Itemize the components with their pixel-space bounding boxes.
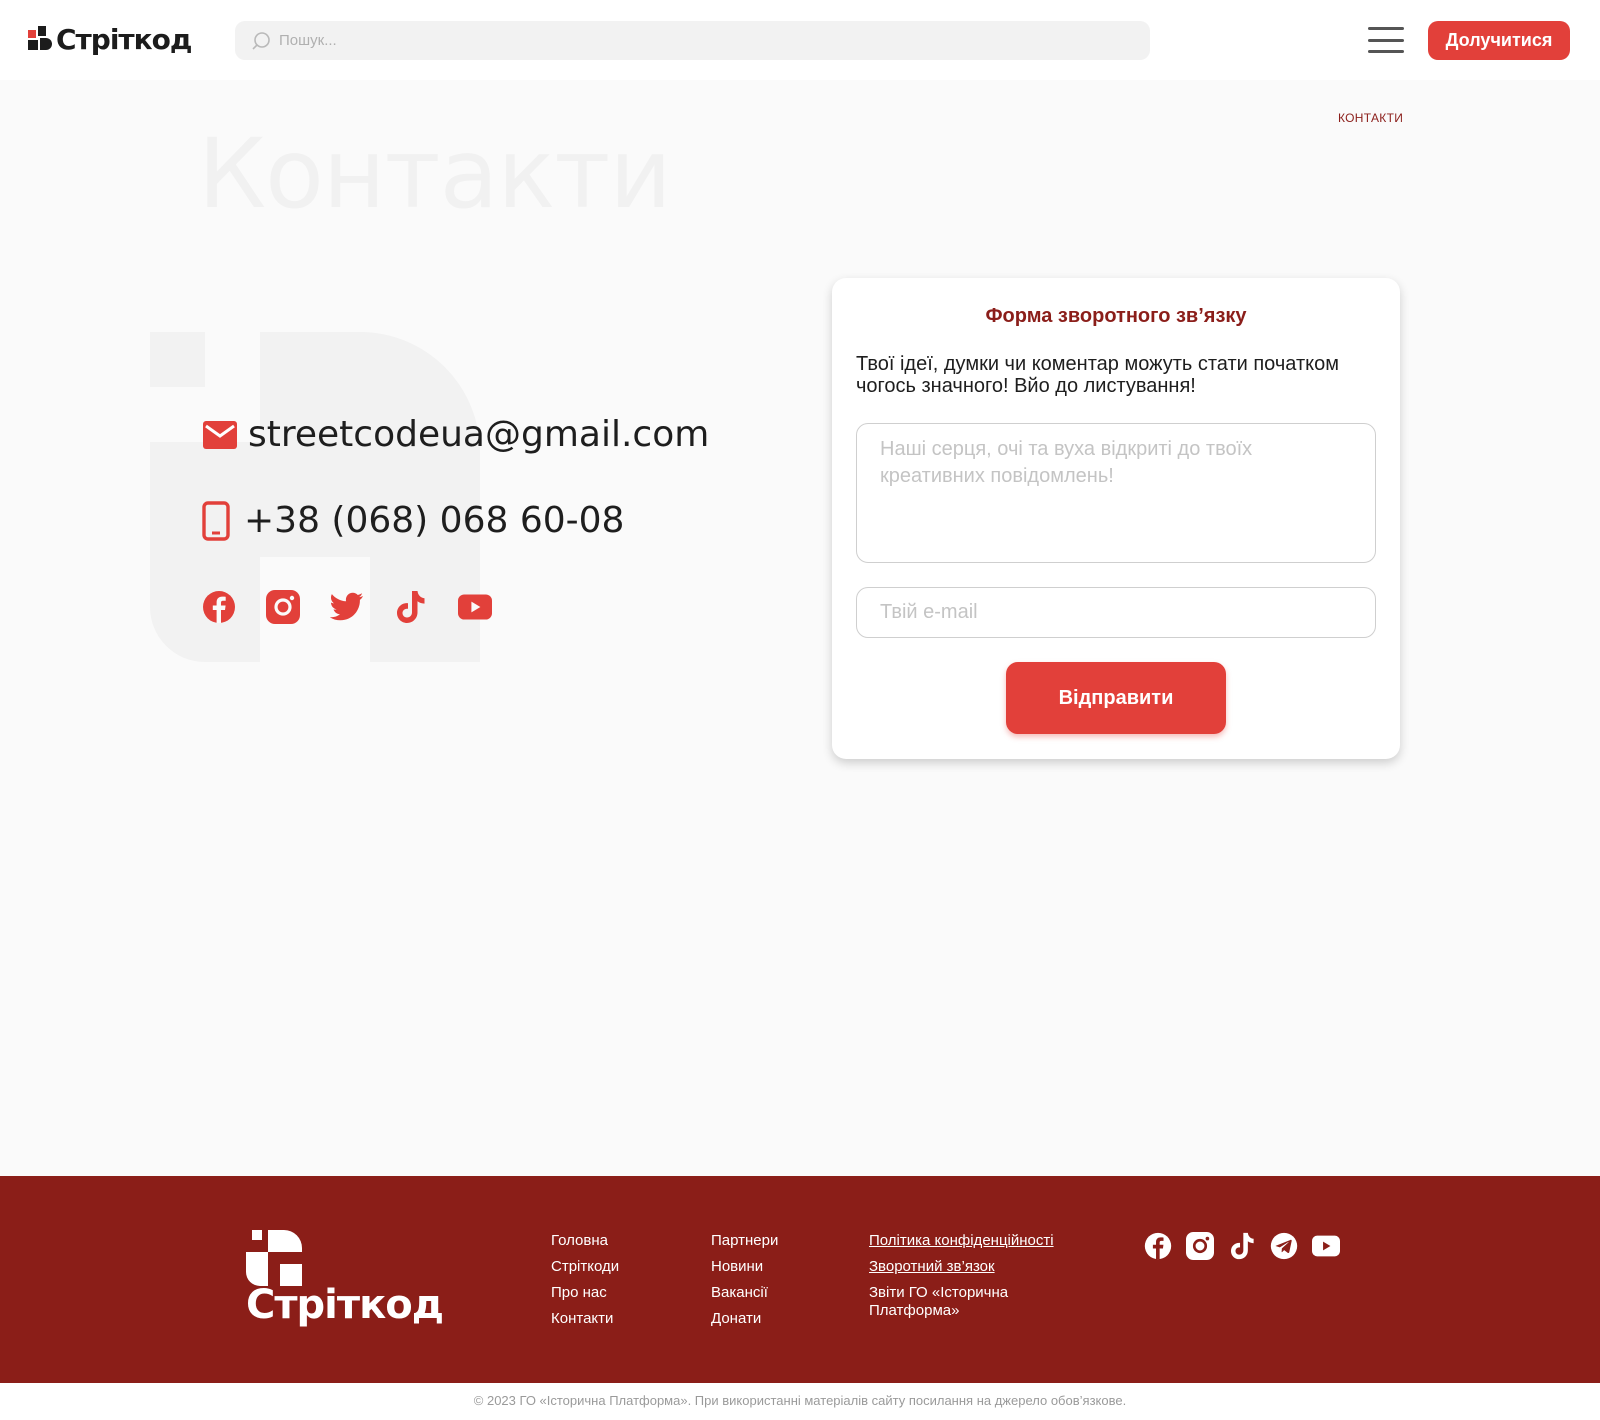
- footer-column-legal: Політика конфіденційності Зворотний зв’я…: [869, 1232, 1079, 1328]
- email-field[interactable]: [856, 587, 1376, 638]
- join-button[interactable]: Долучитися: [1428, 21, 1570, 60]
- footer-socials: [1144, 1232, 1340, 1260]
- footer-link-privacy[interactable]: Політика конфіденційності: [869, 1232, 1079, 1250]
- footer-logo-mark-icon: [246, 1230, 302, 1286]
- breadcrumb[interactable]: КОНТАКТИ: [1338, 111, 1403, 125]
- phone-text[interactable]: +38 (068) 068 60-08: [244, 500, 624, 541]
- footer-link-reports[interactable]: Звіти ГО «Історична Платформа»: [869, 1284, 1079, 1320]
- phone-icon: [202, 500, 230, 541]
- tiktok-icon[interactable]: [394, 590, 428, 624]
- site-logo[interactable]: Стріткод: [28, 22, 192, 56]
- submit-button[interactable]: Відправити: [1006, 662, 1226, 734]
- site-header: Стріткод Долучитися: [0, 0, 1600, 80]
- site-footer: Стріткод Головна Стріткоди Про нас Конта…: [0, 1176, 1600, 1383]
- footer-link-donate[interactable]: Донати: [711, 1310, 778, 1328]
- feedback-form: Форма зворотного зв’язку Твої ідеї, думк…: [832, 278, 1400, 759]
- footer-link-contacts[interactable]: Контакти: [551, 1310, 619, 1328]
- youtube-icon[interactable]: [458, 590, 492, 624]
- footer-link-streetcodes[interactable]: Стріткоди: [551, 1258, 619, 1276]
- footer-link-partners[interactable]: Партнери: [711, 1232, 778, 1250]
- facebook-icon[interactable]: [202, 590, 236, 624]
- hamburger-line: [1368, 38, 1404, 42]
- instagram-icon[interactable]: [266, 590, 300, 624]
- email-contact[interactable]: streetcodeua@gmail.com: [202, 414, 709, 455]
- hamburger-line: [1368, 27, 1404, 30]
- facebook-icon[interactable]: [1144, 1232, 1172, 1260]
- phone-contact[interactable]: +38 (068) 068 60-08: [202, 500, 624, 541]
- tiktok-icon[interactable]: [1228, 1232, 1256, 1260]
- footer-link-home[interactable]: Головна: [551, 1232, 619, 1250]
- footer-link-vacancies[interactable]: Вакансії: [711, 1284, 778, 1302]
- mail-icon: [203, 420, 237, 449]
- youtube-icon[interactable]: [1312, 1232, 1340, 1260]
- search-icon: [252, 31, 270, 50]
- footer-link-about[interactable]: Про нас: [551, 1284, 619, 1302]
- hamburger-line: [1368, 50, 1404, 53]
- contact-socials: [202, 590, 492, 624]
- twitter-icon[interactable]: [330, 590, 364, 624]
- logo-mark-icon: [28, 26, 52, 50]
- form-description: Твої ідеї, думки чи коментар можуть стат…: [856, 353, 1339, 397]
- telegram-icon[interactable]: [1270, 1232, 1298, 1260]
- copyright-text: © 2023 ГО «Історична Платформа». При вик…: [473, 1393, 1127, 1408]
- footer-column-main: Головна Стріткоди Про нас Контакти: [551, 1232, 619, 1336]
- footer-link-feedback[interactable]: Зворотний зв’язок: [869, 1258, 1079, 1276]
- instagram-icon[interactable]: [1186, 1232, 1214, 1260]
- search-input[interactable]: [279, 32, 1139, 49]
- logo-text: Стріткод: [56, 22, 192, 56]
- page-title: Контакти: [198, 118, 672, 230]
- message-textarea[interactable]: [856, 423, 1376, 563]
- footer-link-news[interactable]: Новини: [711, 1258, 778, 1276]
- menu-hamburger-icon[interactable]: [1368, 27, 1404, 53]
- footer-column-secondary: Партнери Новини Вакансії Донати: [711, 1232, 778, 1336]
- search-bar[interactable]: [235, 21, 1150, 60]
- footer-logo-text[interactable]: Стріткод: [246, 1282, 444, 1328]
- form-title: Форма зворотного зв’язку: [985, 305, 1247, 327]
- email-text[interactable]: streetcodeua@gmail.com: [248, 414, 709, 455]
